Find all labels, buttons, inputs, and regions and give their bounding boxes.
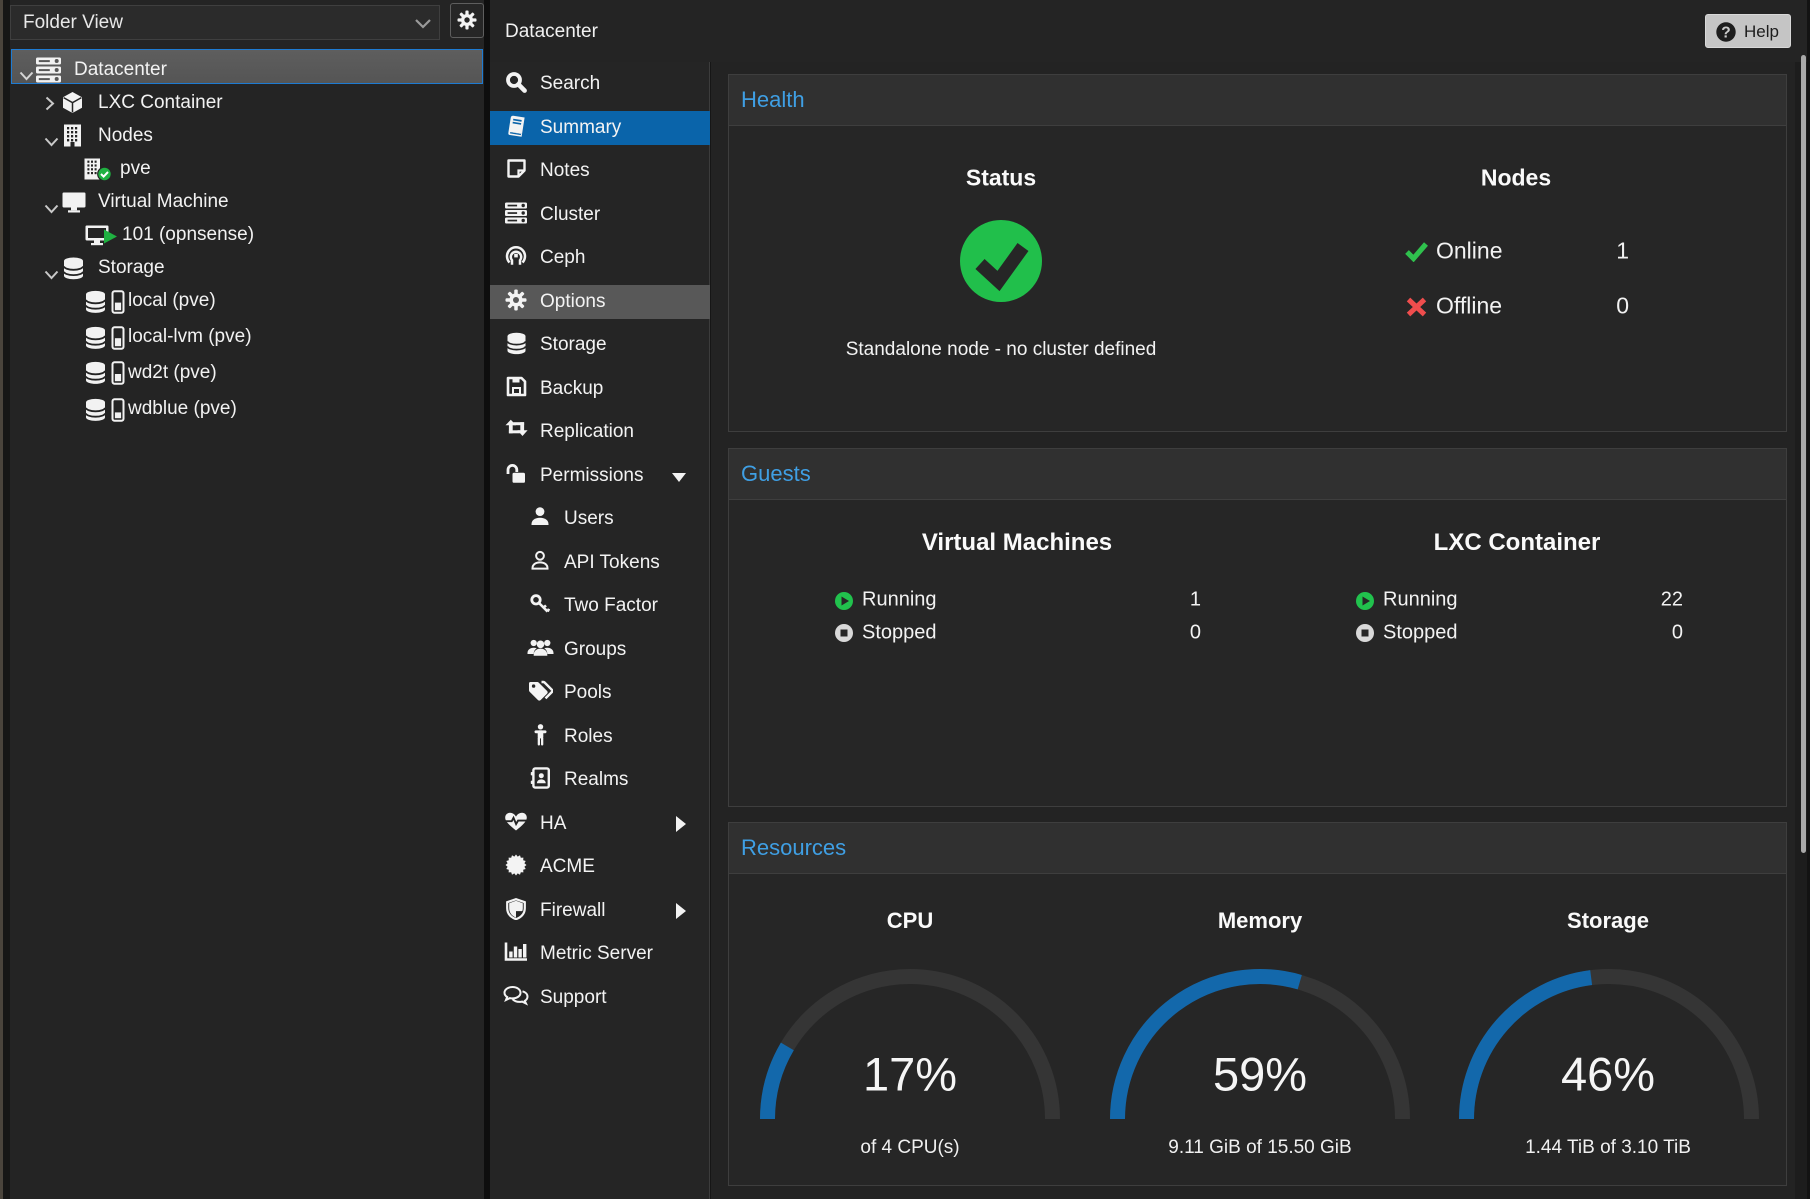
svg-text:?: ? <box>1721 24 1730 41</box>
